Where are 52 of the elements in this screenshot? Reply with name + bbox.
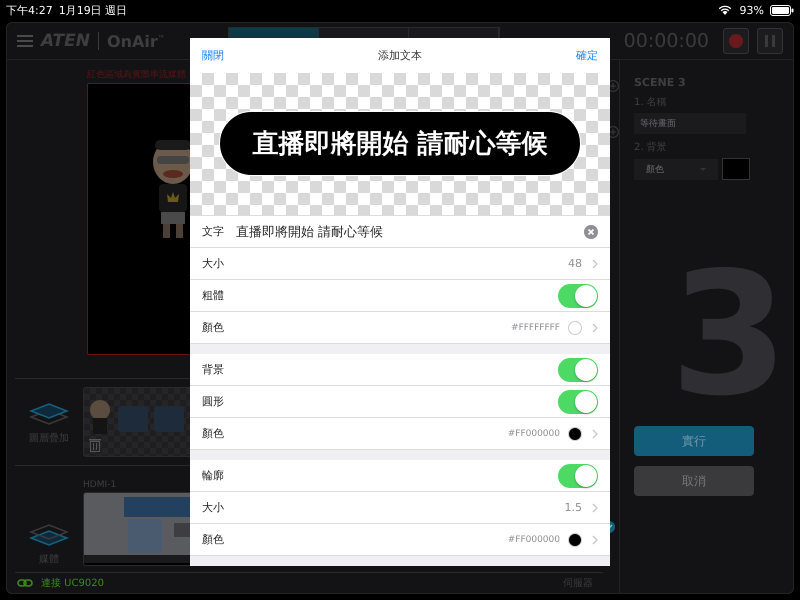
connection-status: 連接 UC9020: [41, 576, 104, 590]
setting-label: 背景: [202, 362, 225, 377]
toggle-switch[interactable]: [558, 358, 598, 382]
text-preview-label: 直播即將開始 請耐心等候: [219, 111, 581, 176]
pause-button[interactable]: [757, 28, 783, 54]
setting-label: 文字: [202, 224, 225, 239]
dialog-title: 添加文本: [378, 48, 422, 63]
color-dot[interactable]: [568, 532, 582, 546]
color-code: #FFFFFFFF: [511, 322, 560, 332]
trash-icon[interactable]: [89, 438, 101, 452]
setting-label: 大小: [202, 500, 225, 515]
chevron-icon[interactable]: [592, 534, 598, 544]
color-dot[interactable]: [568, 426, 582, 440]
chevron-icon[interactable]: [592, 502, 598, 512]
battery-icon: [770, 4, 794, 16]
color-code: #FF000000: [508, 428, 560, 438]
background-color-swatch[interactable]: [722, 158, 750, 180]
chevron-icon[interactable]: [592, 258, 598, 268]
text-input-field[interactable]: 直播即將開始 請耐心等候: [236, 222, 576, 240]
record-button[interactable]: [723, 28, 749, 54]
setting-label: 大小: [202, 256, 225, 271]
stream-area-notice: 紅色區域為實際串流媒體: [87, 68, 187, 81]
toggle-switch[interactable]: [558, 464, 598, 488]
color-dot[interactable]: [568, 320, 582, 334]
toggle-switch[interactable]: [558, 284, 598, 308]
clear-icon[interactable]: [584, 224, 598, 238]
apply-button[interactable]: 實行: [634, 426, 754, 456]
scene-name-field[interactable]: 等待畫面: [634, 113, 746, 134]
menu-icon[interactable]: [17, 35, 33, 47]
chevron-icon[interactable]: [592, 322, 598, 332]
setting-label: 顏色: [202, 426, 225, 441]
background-type-dropdown[interactable]: 顏色: [634, 158, 718, 180]
confirm-link[interactable]: 確定: [576, 48, 598, 63]
status-date: 1月19日 週日: [58, 2, 128, 18]
cancel-button[interactable]: 取消: [634, 466, 754, 496]
setting-label: 粗體: [202, 288, 225, 303]
color-code: #FF000000: [508, 534, 560, 544]
chevron-icon[interactable]: [592, 428, 598, 438]
wifi-icon: [718, 5, 732, 15]
setting-label: 顏色: [202, 320, 225, 335]
setting-value: 48: [568, 257, 582, 270]
close-link[interactable]: 關閉: [202, 48, 224, 63]
toggle-switch[interactable]: [558, 390, 598, 414]
battery-percent: 93%: [740, 4, 764, 16]
status-time: 下午4:27: [6, 2, 53, 18]
setting-value: 1.5: [564, 501, 582, 514]
setting-label: 顏色: [202, 532, 225, 547]
setting-label: 輪廓: [202, 468, 225, 483]
record-icon: [729, 34, 743, 48]
setting-label: 圓形: [202, 394, 225, 409]
pause-icon: [765, 35, 775, 47]
link-icon: [17, 579, 33, 587]
